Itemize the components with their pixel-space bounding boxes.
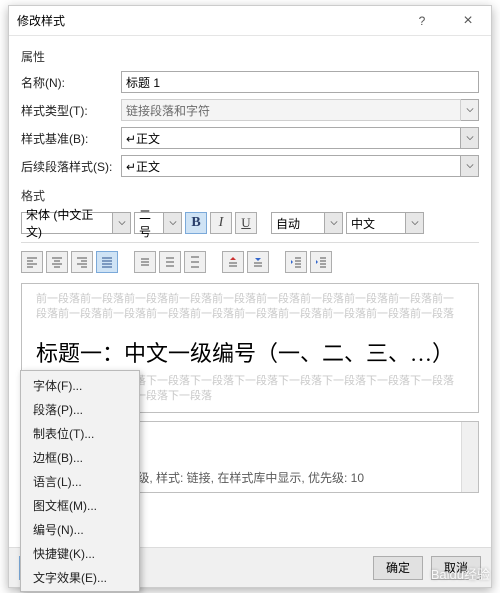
next-dropdown-icon[interactable] — [461, 155, 479, 177]
inc-before-button[interactable] — [222, 251, 244, 273]
cancel-button[interactable]: 取消 — [431, 556, 481, 580]
section-format: 格式 — [21, 187, 479, 204]
base-select[interactable]: ↵正文 — [121, 127, 461, 149]
size-combo[interactable]: 二号 — [134, 212, 182, 234]
chevron-down-icon[interactable] — [164, 212, 182, 234]
base-dropdown-icon[interactable] — [461, 127, 479, 149]
close-icon: × — [463, 12, 472, 30]
chevron-down-icon[interactable] — [113, 212, 131, 234]
underline-button[interactable]: U — [235, 212, 257, 234]
type-label: 样式类型(T): — [21, 102, 121, 119]
spacing-2-button[interactable] — [184, 251, 206, 273]
base-label: 样式基准(B): — [21, 130, 121, 147]
section-properties: 属性 — [21, 48, 479, 65]
next-select[interactable]: ↵正文 — [121, 155, 461, 177]
dec-indent-button[interactable] — [285, 251, 307, 273]
color-combo[interactable]: 自动 — [271, 212, 343, 234]
menu-border[interactable]: 边框(B)... — [23, 445, 137, 469]
bold-button[interactable]: B — [185, 212, 207, 234]
help-button[interactable]: ? — [399, 6, 445, 36]
align-justify-button[interactable] — [96, 251, 118, 273]
spacing-15-button[interactable] — [159, 251, 181, 273]
dec-before-button[interactable] — [247, 251, 269, 273]
inc-indent-button[interactable] — [310, 251, 332, 273]
next-label: 后续段落样式(S): — [21, 158, 121, 175]
menu-shortcut[interactable]: 快捷键(K)... — [23, 541, 137, 565]
lang-combo[interactable]: 中文 — [346, 212, 424, 234]
chevron-down-icon[interactable] — [325, 212, 343, 234]
menu-numbering[interactable]: 编号(N)... — [23, 517, 137, 541]
italic-button[interactable]: I — [210, 212, 232, 234]
scrollbar[interactable] — [461, 422, 478, 492]
paragraph-toolbar — [21, 251, 479, 273]
menu-frame[interactable]: 图文框(M)... — [23, 493, 137, 517]
menu-font[interactable]: 字体(F)... — [23, 373, 137, 397]
spacing-1-button[interactable] — [134, 251, 156, 273]
close-button[interactable]: × — [445, 6, 491, 36]
font-combo[interactable]: 宋体 (中文正文) — [21, 212, 131, 234]
menu-language[interactable]: 语言(L)... — [23, 469, 137, 493]
align-right-button[interactable] — [71, 251, 93, 273]
preview-heading: 标题一：中文一级编号（一、二、三、…） — [36, 336, 464, 368]
align-center-button[interactable] — [46, 251, 68, 273]
titlebar: 修改样式 ? × — [9, 6, 491, 36]
align-left-button[interactable] — [21, 251, 43, 273]
chevron-down-icon[interactable] — [406, 212, 424, 234]
menu-tabs[interactable]: 制表位(T)... — [23, 421, 137, 445]
preview-ghost-top: 前一段落前一段落前一段落前一段落前一段落前一段落前一段落前一段落前一段落前一段落… — [36, 292, 464, 322]
format-menu: 字体(F)... 段落(P)... 制表位(T)... 边框(B)... 语言(… — [20, 370, 140, 592]
menu-paragraph[interactable]: 段落(P)... — [23, 397, 137, 421]
ok-button[interactable]: 确定 — [373, 556, 423, 580]
name-input[interactable] — [121, 71, 479, 93]
name-label: 名称(N): — [21, 74, 121, 91]
format-toolbar: 宋体 (中文正文) 二号 B I U 自动 中文 — [21, 212, 479, 234]
window-title: 修改样式 — [17, 12, 399, 29]
type-dropdown-icon[interactable] — [461, 99, 479, 121]
type-select[interactable]: 链接段落和字符 — [121, 99, 461, 121]
menu-texteffect[interactable]: 文字效果(E)... — [23, 565, 137, 589]
